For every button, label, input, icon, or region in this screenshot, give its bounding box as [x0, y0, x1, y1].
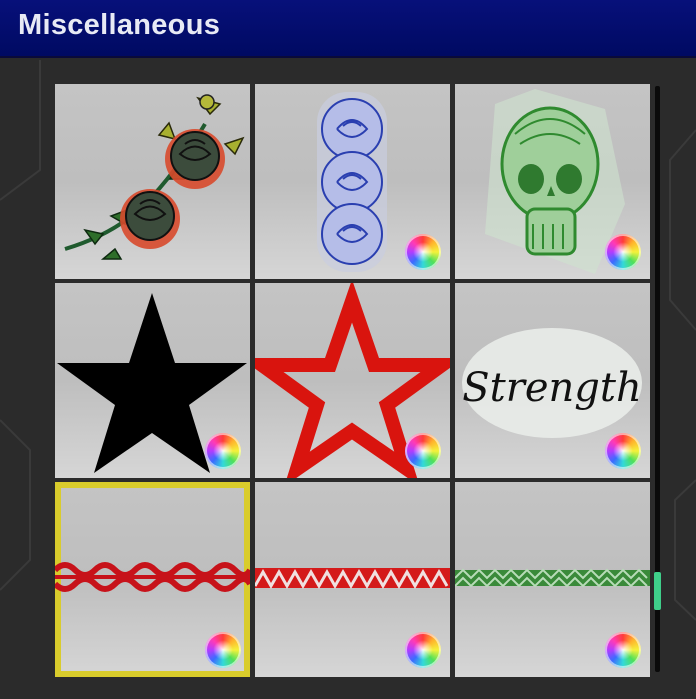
tattoo-item-strength[interactable]: Strength [455, 283, 650, 478]
page-title: Miscellaneous [18, 9, 221, 41]
tattoo-item-zigzag-band[interactable] [255, 482, 450, 677]
tattoo-item-blue-roses[interactable] [255, 84, 450, 279]
color-wheel-icon[interactable] [605, 433, 641, 469]
tattoo-item-green-skull[interactable] [455, 84, 650, 279]
color-wheel-icon[interactable] [605, 234, 641, 270]
color-wheel-icon[interactable] [605, 632, 641, 668]
miscellaneous-panel: Miscellaneous Strength [0, 0, 696, 699]
color-wheel-icon[interactable] [405, 234, 441, 270]
color-wheel-icon[interactable] [405, 632, 441, 668]
tattoo-item-braid-band[interactable] [455, 482, 650, 677]
color-wheel-icon[interactable] [205, 632, 241, 668]
strength-text: Strength [462, 365, 641, 411]
color-wheel-icon[interactable] [405, 433, 441, 469]
color-wheel-icon[interactable] [205, 433, 241, 469]
header-bar: Miscellaneous [0, 0, 696, 58]
scrollbar-thumb[interactable] [654, 572, 661, 610]
tattoo-item-red-star[interactable] [255, 283, 450, 478]
roses-tattoo-icon [64, 94, 245, 260]
tattoo-item-black-star[interactable] [55, 283, 250, 478]
tattoo-item-tribal-band[interactable] [55, 482, 250, 677]
tattoo-item-rose-vine[interactable] [55, 84, 250, 279]
